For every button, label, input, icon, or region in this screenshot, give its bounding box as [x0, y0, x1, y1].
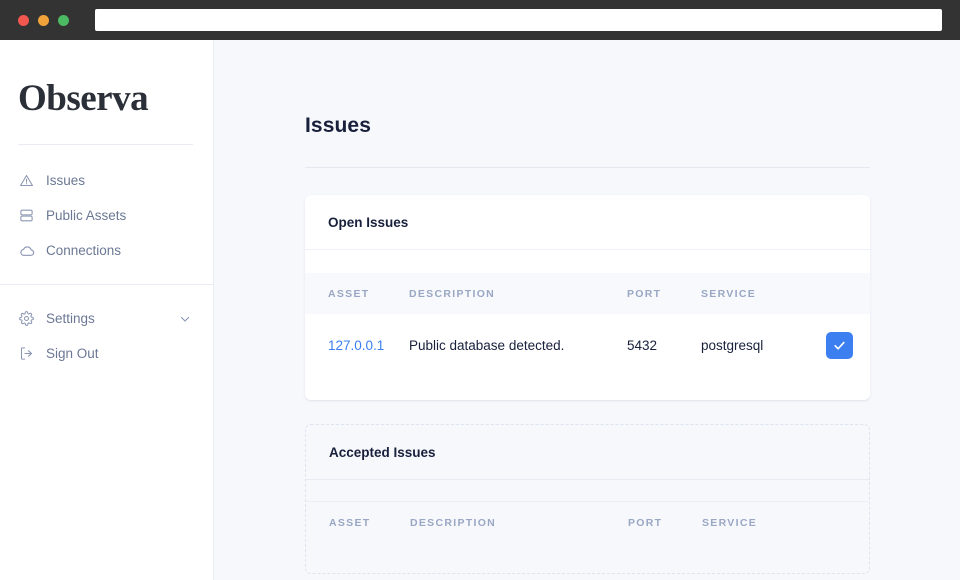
warning-triangle-icon [18, 172, 35, 189]
sidebar-item-label: Settings [46, 310, 95, 326]
table-header-row: ASSET DESCRIPTION PORT SERVICE [305, 273, 870, 314]
column-header-service: SERVICE [701, 288, 757, 300]
column-header-description: DESCRIPTION [410, 501, 628, 543]
cell-description: Public database detected. [409, 338, 565, 353]
column-header-port: PORT [628, 501, 702, 543]
minimize-window-button[interactable] [38, 14, 49, 26]
column-header-asset: ASSET [306, 501, 410, 543]
app-logo: Observa [18, 78, 149, 119]
open-issues-table: ASSET DESCRIPTION PORT SERVICE 127.0.0.1 [305, 273, 870, 377]
address-bar[interactable] [95, 9, 942, 31]
cell-asset: 127.0.0.1 [305, 314, 409, 377]
app-shell: Observa Issues Public Assets Connections… [0, 40, 960, 580]
cell-service: postgresql [701, 338, 764, 353]
column-header-action [827, 501, 869, 543]
cell-port: 5432 [627, 338, 658, 353]
open-issues-title: Open Issues [305, 195, 870, 250]
sidebar-item-connections[interactable]: Connections [0, 233, 213, 268]
column-header-action [826, 273, 870, 314]
table-row: 127.0.0.1 Public database detected. 5432… [305, 314, 870, 377]
column-header-description: DESCRIPTION [409, 288, 496, 300]
column-header-asset: ASSET [328, 288, 370, 300]
sidebar-item-issues[interactable]: Issues [0, 163, 213, 198]
maximize-window-button[interactable] [58, 14, 69, 26]
sign-out-icon [18, 345, 35, 362]
sidebar-primary-nav: Issues Public Assets Connections [0, 145, 213, 268]
accepted-issues-card: Accepted Issues ASSET DESCRIPTION PORT S… [305, 424, 870, 574]
accepted-issues-title: Accepted Issues [306, 425, 869, 480]
sidebar-item-label: Connections [46, 242, 122, 258]
cell-action [826, 314, 870, 377]
sidebar-item-label: Sign Out [46, 345, 99, 361]
table-header-row: ASSET DESCRIPTION PORT SERVICE [306, 501, 869, 543]
column-header-port: PORT [627, 288, 662, 300]
open-issues-card: Open Issues ASSET DESCRIPTION PORT SERVI… [305, 195, 870, 400]
column-header-service: SERVICE [702, 501, 827, 543]
browser-chrome [0, 0, 960, 40]
sidebar: Observa Issues Public Assets Connections… [0, 40, 214, 580]
sidebar-item-public-assets[interactable]: Public Assets [0, 198, 213, 233]
sidebar-item-label: Issues [46, 172, 86, 188]
check-icon [833, 339, 846, 352]
page-title-divider [305, 167, 870, 168]
accepted-issues-table: ASSET DESCRIPTION PORT SERVICE [306, 501, 869, 543]
server-stack-icon [18, 207, 35, 224]
close-window-button[interactable] [18, 14, 29, 26]
sidebar-item-label: Public Assets [46, 207, 127, 223]
sidebar-secondary-nav: Settings Sign Out [0, 285, 213, 371]
asset-link[interactable]: 127.0.0.1 [328, 338, 384, 353]
cloud-icon [18, 242, 35, 259]
accept-issue-button[interactable] [826, 332, 853, 359]
window-traffic-lights [18, 14, 69, 26]
gear-icon [18, 310, 35, 327]
sidebar-item-sign-out[interactable]: Sign Out [0, 336, 213, 371]
chevron-down-icon[interactable] [179, 313, 191, 325]
page-title: Issues [305, 114, 371, 137]
sidebar-item-settings[interactable]: Settings [0, 301, 213, 336]
main-content: Issues Open Issues ASSET DESCRIPTION POR… [214, 40, 960, 580]
